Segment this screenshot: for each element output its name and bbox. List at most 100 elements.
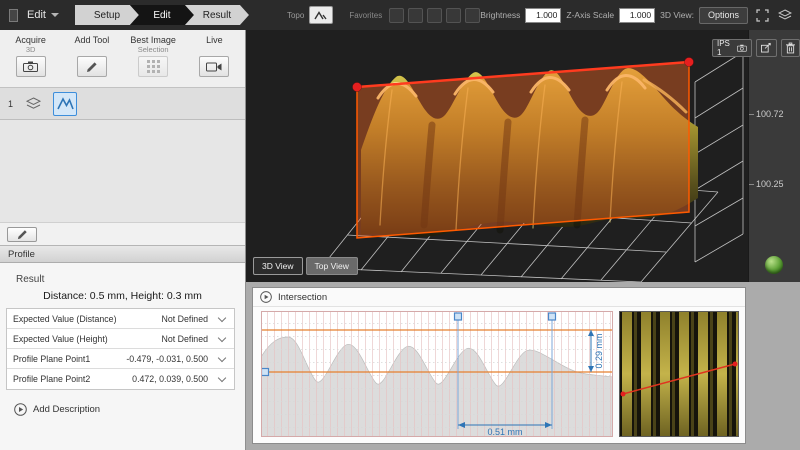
best-image-sub-label: Selection [138, 45, 169, 54]
acquire-label: Acquire [15, 35, 46, 45]
brightness-input[interactable]: 1.000 [525, 8, 561, 23]
profile-tool-button[interactable] [53, 92, 77, 116]
ips-capture-button[interactable]: IPS 1 [712, 39, 752, 57]
layers-button[interactable] [776, 6, 794, 24]
viewport-actions: IPS 1 [712, 39, 800, 57]
tool-acquire: Acquire 3D [0, 30, 61, 87]
cursor-handle[interactable] [549, 313, 556, 320]
scale-value: 100.25 [756, 179, 784, 189]
favorite-slot-button[interactable] [389, 8, 404, 23]
tab-setup[interactable]: Setup [75, 5, 139, 25]
chevron-down-icon [51, 13, 59, 17]
fullscreen-button[interactable] [753, 6, 771, 24]
options-button-label: Options [708, 10, 739, 20]
intersection-body: 0.51 mm 0.29 mm [253, 307, 745, 441]
z-scale-strip: 100.72 100.25 [748, 30, 800, 282]
pencil-icon [86, 61, 98, 73]
add-tool-button[interactable] [77, 56, 107, 77]
bottom-area: Intersection [246, 282, 800, 450]
edit-row [0, 222, 245, 246]
edit-menu-label: Edit [27, 9, 46, 21]
topo-toggle-button[interactable] [309, 6, 333, 24]
orientation-ball[interactable] [765, 256, 783, 274]
top-view-button[interactable]: Top View [306, 257, 358, 275]
layer-strip: 1 [0, 88, 245, 120]
acquire-toolbar: Acquire 3D Add Tool Best Image Selection [0, 30, 245, 88]
profile-plane[interactable] [357, 62, 689, 238]
live-button[interactable] [199, 56, 229, 77]
profile-endpoint-handle[interactable] [353, 83, 362, 92]
acquire-sub-label: 3D [26, 45, 36, 54]
table-row[interactable]: Profile Plane Point1 -0.479, -0.031, 0.5… [7, 349, 234, 369]
tab-edit[interactable]: Edit [130, 5, 194, 25]
pencil-icon [17, 229, 28, 240]
row-label: Profile Plane Point2 [13, 374, 90, 384]
height-dimension-label: 0.29 mm [594, 333, 604, 368]
top-toolbar: Edit Setup Edit Result Topo Favorites Br… [0, 0, 800, 30]
wave-icon [314, 11, 328, 20]
edit-profile-button[interactable] [7, 227, 37, 242]
reference-handle[interactable] [262, 369, 269, 376]
scale-tick [749, 114, 754, 115]
topo-group: Topo [287, 6, 333, 24]
ips-button-label: IPS 1 [717, 39, 734, 57]
profile-endpoint-dot [733, 362, 738, 367]
intersection-panel: Intersection [252, 287, 746, 444]
favorite-slot-button[interactable] [446, 8, 461, 23]
chevron-down-icon[interactable] [218, 334, 226, 342]
profile-title: Profile [8, 249, 35, 260]
cursor-handle[interactable] [455, 313, 462, 320]
table-row[interactable]: Expected Value (Height) Not Defined [7, 329, 234, 349]
row-value: Not Defined [162, 334, 208, 344]
profile-graph[interactable]: 0.51 mm 0.29 mm [261, 311, 613, 437]
3d-canvas[interactable] [246, 30, 748, 282]
result-summary: Distance: 0.5 mm, Height: 0.3 mm [0, 290, 245, 302]
circled-expand-icon[interactable] [260, 291, 272, 303]
z-axis-scale-label: Z-Axis Scale [566, 10, 614, 20]
circled-play-icon [14, 403, 27, 416]
layer-stack-button[interactable] [21, 92, 45, 116]
3d-view-button[interactable]: 3D View [253, 257, 303, 275]
chevron-down-icon[interactable] [218, 374, 226, 382]
tool-live: Live [184, 30, 245, 87]
chevron-down-icon[interactable] [218, 314, 226, 322]
trash-icon [786, 42, 795, 54]
row-label: Expected Value (Distance) [13, 314, 117, 324]
row-value: -0.479, -0.031, 0.500 [126, 354, 208, 364]
table-row[interactable]: Expected Value (Distance) Not Defined [7, 309, 234, 329]
3d-view-label: 3D View: [660, 10, 694, 20]
app-icon [9, 9, 18, 22]
chevron-down-icon[interactable] [218, 354, 226, 362]
layers-icon [26, 97, 41, 110]
profile-settings-table: Expected Value (Distance) Not Defined Ex… [6, 308, 235, 390]
edit-menu[interactable]: Edit [27, 9, 59, 21]
video-camera-icon [206, 62, 222, 72]
3d-view-options-button[interactable]: Options [699, 7, 748, 24]
profile-wave-icon [57, 97, 74, 110]
favorite-slot-button[interactable] [408, 8, 423, 23]
3d-viewport: 3D View Top View [246, 30, 748, 282]
add-description-button[interactable]: Add Description [14, 403, 100, 416]
acquire-3d-button[interactable] [16, 56, 46, 77]
favorite-slot-button[interactable] [427, 8, 442, 23]
profile-endpoint-handle[interactable] [685, 58, 694, 67]
favorite-slot-button[interactable] [465, 8, 480, 23]
favorites-group: Favorites [349, 8, 480, 23]
tool-add: Add Tool [61, 30, 122, 87]
camera-preview [619, 311, 739, 437]
export-button[interactable] [756, 39, 777, 57]
add-description-label: Add Description [33, 404, 100, 415]
result-label: Result [16, 274, 44, 285]
delete-button[interactable] [781, 39, 800, 57]
export-edit-icon [761, 42, 772, 54]
width-dimension-label: 0.51 mm [487, 427, 522, 437]
scale-tick [749, 184, 754, 185]
live-label: Live [206, 35, 223, 45]
tab-result[interactable]: Result [185, 5, 249, 25]
layers-icon [778, 9, 792, 21]
best-image-selection-button[interactable] [138, 56, 168, 77]
z-axis-scale-input[interactable]: 1.000 [619, 8, 655, 23]
profile-result-panel: Result Distance: 0.5 mm, Height: 0.3 mm … [0, 263, 245, 450]
table-row[interactable]: Profile Plane Point2 0.472, 0.039, 0.500 [7, 369, 234, 389]
row-value: Not Defined [162, 314, 208, 324]
